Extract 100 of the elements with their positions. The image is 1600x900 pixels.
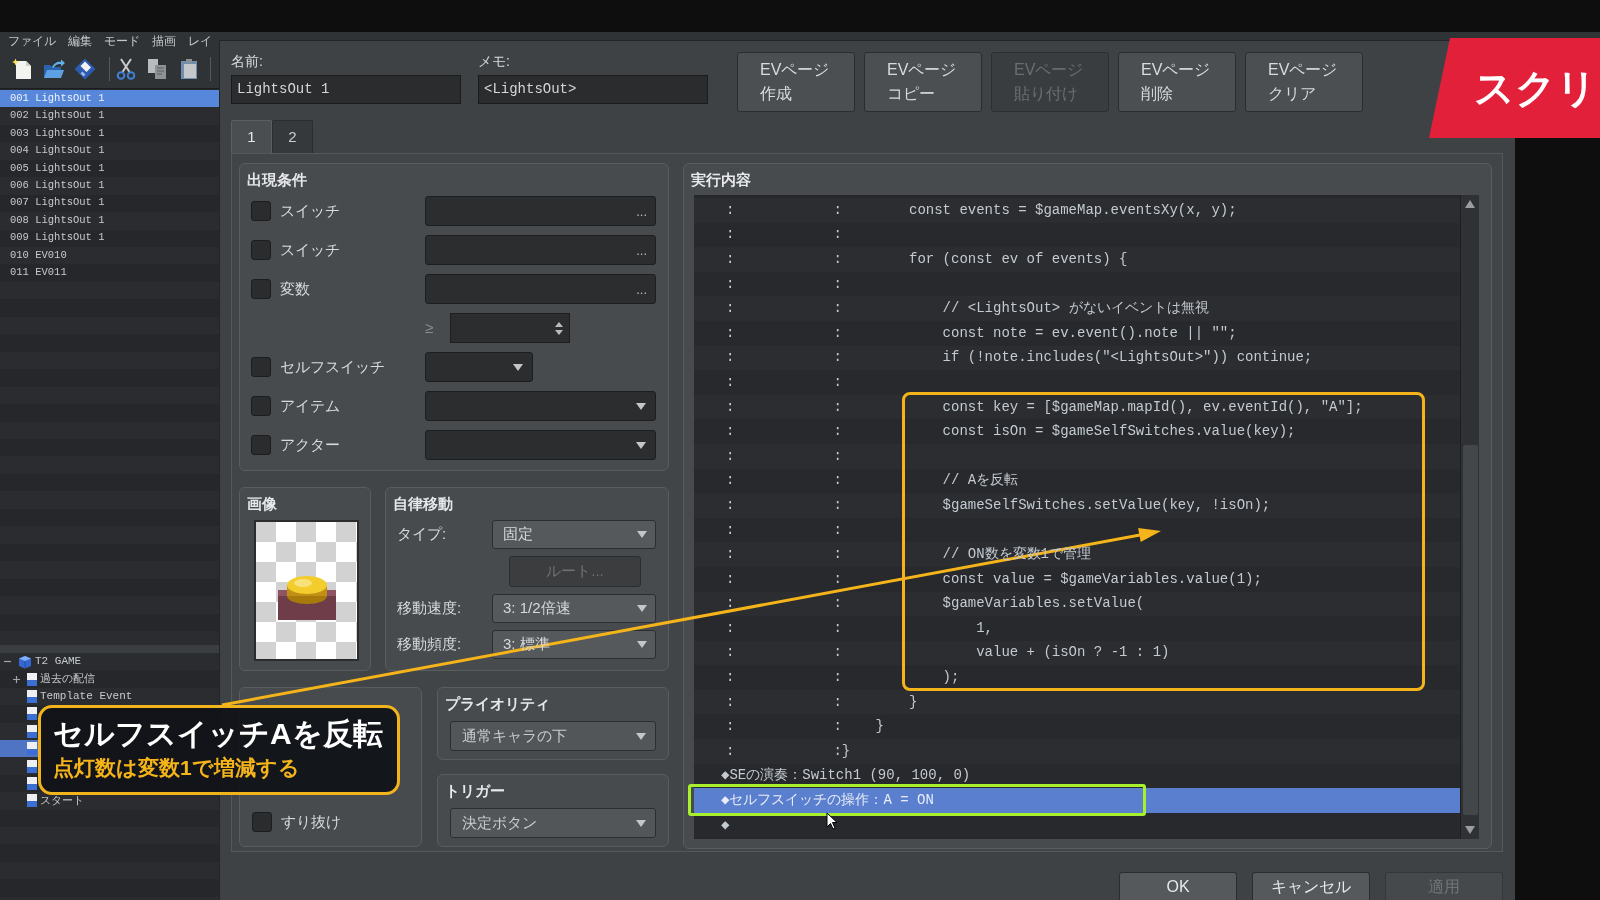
page-icon — [27, 672, 37, 686]
caret-icon — [637, 641, 647, 648]
caret-icon — [636, 402, 646, 410]
command-row[interactable]: : :} — [694, 739, 1460, 764]
page-icon — [27, 742, 37, 756]
event-list-item[interactable]: 008 LightsOut 1 — [0, 212, 219, 230]
down-arrow-icon[interactable] — [555, 329, 563, 335]
checkbox[interactable] — [251, 279, 271, 299]
cube-icon — [18, 654, 32, 669]
page-icon — [27, 759, 37, 773]
caret-icon — [637, 531, 647, 538]
command-row[interactable]: : : value + (isOn ? -1 : 1) — [694, 640, 1460, 666]
caret-icon — [636, 441, 646, 449]
field-label: 移動頻度: — [396, 634, 463, 655]
number-field[interactable] — [450, 313, 570, 343]
command-row[interactable]: : : — [694, 443, 1460, 469]
clipboard-icon[interactable] — [179, 58, 199, 80]
callout-subtitle: 点灯数は変数1で増減する — [53, 755, 301, 781]
tree-item[interactable]: 過去の配信 — [0, 670, 219, 688]
dialog-button[interactable]: キャンセル — [1252, 872, 1370, 900]
tree-item[interactable]: T2 GAME — [0, 653, 219, 671]
menu-item[interactable]: 描画 — [152, 35, 176, 47]
event-list-item[interactable]: 004 LightsOut 1 — [0, 142, 219, 160]
page-icon — [27, 776, 37, 790]
command-row[interactable]: : : $gameSelfSwitches.setValue(key, !isOn); — [694, 493, 1460, 518]
checkbox-label: スイッチ — [280, 239, 340, 260]
dialog-button[interactable]: OK — [1119, 872, 1237, 900]
command-row[interactable]: : : } — [694, 689, 1460, 715]
menu-item[interactable]: レイ — [188, 35, 212, 47]
page-button[interactable]: EVページ削除 — [1118, 52, 1236, 112]
page-button[interactable]: EVページ作成 — [737, 52, 855, 112]
callout-title: セルフスイッチAを反転 — [53, 716, 384, 752]
checkbox-label: 変数 — [280, 278, 310, 299]
ellipsis-button[interactable]: ... — [636, 204, 647, 218]
scissors-icon[interactable] — [116, 58, 136, 80]
checkbox[interactable] — [251, 396, 271, 416]
checkbox[interactable] — [252, 812, 272, 832]
dropdown[interactable]: 3: 1/2倍速 — [492, 594, 656, 623]
event-list-item[interactable]: 002 LightsOut 1 — [0, 107, 219, 125]
new-file-icon[interactable] — [12, 58, 32, 80]
ellipsis-button[interactable]: ... — [636, 243, 647, 257]
command-row[interactable]: : : if (!note.includes("<LightsOut>")) continue; — [694, 345, 1460, 371]
tab[interactable]: 2 — [272, 120, 313, 153]
page-icon — [27, 707, 37, 721]
ellipsis-button[interactable]: ... — [636, 282, 647, 296]
expand-icon[interactable] — [13, 675, 20, 683]
copy-icon[interactable] — [147, 58, 167, 80]
checkbox-label: セルフスイッチ — [280, 356, 385, 377]
checkbox[interactable] — [251, 435, 271, 455]
checkbox[interactable] — [251, 201, 271, 221]
caption-banner: スクリ — [1429, 38, 1600, 138]
menu-item[interactable]: モード — [104, 35, 140, 47]
dropdown[interactable]: 決定ボタン — [450, 808, 656, 838]
command-row[interactable]: : : const key = [$gameMap.mapId(), ev.eventId(), "A"]; — [694, 394, 1460, 420]
picker-field[interactable]: ... — [425, 196, 656, 226]
field-label: 名前: — [231, 52, 264, 70]
checkbox-label: アイテム — [280, 395, 340, 416]
up-arrow-icon[interactable] — [555, 321, 563, 327]
page-button[interactable]: EVページコピー — [864, 52, 982, 112]
tree-item[interactable]: Template Event — [0, 687, 219, 706]
group-title: トリガー — [444, 782, 506, 800]
caret-icon — [637, 605, 647, 612]
checkbox[interactable] — [251, 357, 271, 377]
tree-item[interactable]: スタート — [0, 792, 219, 810]
menu-item[interactable]: ファイル — [8, 35, 56, 47]
save-icon[interactable] — [74, 58, 96, 80]
name-field[interactable]: LightsOut 1 — [231, 75, 461, 104]
page-icon — [27, 724, 37, 738]
menu-item[interactable]: 編集 — [68, 35, 92, 47]
group-title: 出現条件 — [246, 171, 308, 189]
command-row[interactable]: : : const events = $gameMap.eventsXy(x, y); — [694, 198, 1460, 223]
picker-field[interactable]: ... — [425, 235, 656, 265]
field-label: タイプ: — [396, 524, 448, 545]
checkbox-label: アクター — [280, 434, 340, 455]
group-title: 実行内容 — [690, 171, 752, 189]
memo-field[interactable]: <LightsOut> — [478, 75, 708, 104]
tree-item[interactable] — [0, 739, 38, 758]
page-icon — [27, 794, 37, 808]
dropdown[interactable]: 通常キャラの下 — [450, 721, 656, 751]
scroll-up-icon[interactable] — [1465, 200, 1475, 208]
dropdown[interactable]: 固定 — [492, 520, 656, 549]
picker-field[interactable]: ... — [425, 274, 656, 304]
scroll-down-icon[interactable] — [1465, 826, 1475, 834]
checkbox-label: すり抜け — [281, 811, 341, 832]
command-row[interactable]: : : // <LightsOut> がないイベントは無視 — [694, 296, 1460, 321]
scrollbar-thumb[interactable] — [1462, 445, 1478, 815]
caret-icon — [513, 363, 523, 371]
tab[interactable]: 1 — [231, 120, 272, 153]
command-row[interactable]: : : for (const ev of events) { — [694, 247, 1460, 272]
checkbox-label: スイッチ — [280, 200, 340, 221]
field-label: 移動速度: — [396, 598, 463, 619]
page-button[interactable]: EVページクリア — [1245, 52, 1363, 112]
open-folder-icon[interactable] — [43, 59, 65, 79]
event-list-item[interactable]: 006 LightsOut 1 — [0, 177, 219, 195]
checkbox[interactable] — [251, 240, 271, 260]
group-title: 画像 — [246, 495, 278, 513]
group-title: プライオリティ — [444, 695, 551, 713]
caret-icon — [636, 819, 646, 827]
caret-icon — [636, 732, 646, 740]
page-icon — [27, 689, 37, 703]
